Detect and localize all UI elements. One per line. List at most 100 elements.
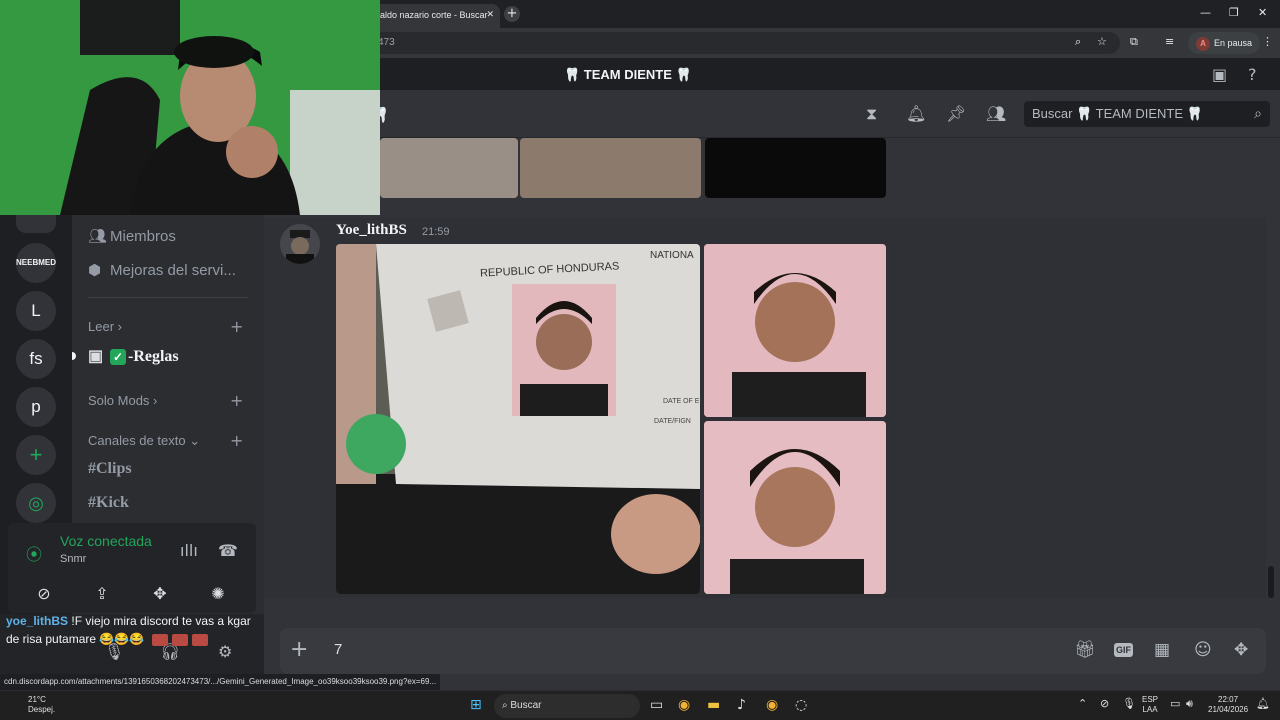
portrait-image — [704, 421, 886, 594]
profile-pause-button[interactable]: A En pausa — [1188, 32, 1261, 54]
channel-clips[interactable]: #Clips — [88, 460, 132, 478]
close-tab-icon[interactable]: ✕ — [486, 9, 494, 20]
emote-icon — [151, 633, 168, 646]
category-text[interactable]: Canales de texto ⌄ — [88, 433, 200, 449]
address-text: 473 — [378, 37, 395, 48]
task-view-icon[interactable]: ▭ — [650, 697, 663, 713]
image-attachment-id[interactable]: REPUBLIC OF HONDURAS NATIONA DATE OF E D… — [336, 244, 700, 594]
noise-suppression-icon[interactable]: ıllı — [180, 541, 198, 560]
server-icon-neebmed[interactable]: NEEBMED — [16, 243, 56, 283]
avatar[interactable] — [280, 224, 320, 264]
notification-icon[interactable]: 🔔︎ — [1256, 697, 1270, 710]
stream-chat-overlay: yoe_lithBS !F viejo mira discord te vas … — [0, 612, 268, 654]
maximize-icon[interactable]: ❐ — [1229, 6, 1239, 19]
member-list-icon[interactable]: 👥︎ — [986, 104, 1006, 123]
channel-kick[interactable]: #Kick — [88, 494, 129, 512]
category-read[interactable]: Leer › — [88, 319, 122, 334]
server-icon-p[interactable]: p — [16, 387, 56, 427]
notifications-bell-icon[interactable]: 🔔︎ — [906, 104, 926, 123]
webcam-overlay — [0, 0, 380, 215]
inbox-icon[interactable]: ▣ — [1212, 65, 1227, 84]
screen-share-button[interactable]: ⇪ — [79, 581, 125, 607]
add-channel-icon[interactable]: + — [230, 391, 243, 410]
windows-start-icon[interactable]: ⊞ — [470, 697, 482, 713]
disconnect-icon[interactable]: ☎︎ — [218, 541, 238, 560]
composer-input[interactable]: 7 — [334, 641, 342, 658]
app-icon[interactable]: ◌ — [795, 697, 807, 713]
pin-icon[interactable]: 📌︎ — [946, 104, 966, 123]
activities-button[interactable]: ✥ — [137, 581, 183, 607]
tiktok-icon[interactable]: ♪ — [737, 697, 746, 713]
add-channel-icon[interactable]: + — [230, 317, 243, 336]
taskbar-search[interactable]: ⌕ Buscar — [494, 694, 640, 718]
minimize-icon[interactable]: — — [1200, 6, 1211, 19]
file-explorer-icon[interactable]: ▬ — [707, 697, 720, 713]
server-search[interactable]: Buscar 🦷 TEAM DIENTE 🦷 ⌕ — [1024, 101, 1270, 127]
media-control-icon[interactable]: ≡ — [1165, 35, 1174, 48]
previous-image-2[interactable] — [520, 138, 701, 198]
sidebar-members[interactable]: 👥︎ Miembros — [88, 227, 176, 245]
soundboard-button[interactable]: ✺ — [195, 581, 241, 607]
help-icon[interactable]: ? — [1248, 65, 1257, 84]
bookmark-star-icon[interactable]: ☆ — [1097, 35, 1107, 48]
id-card-right: NATIONA — [650, 250, 694, 261]
threads-icon[interactable]: ⧗ — [866, 104, 877, 124]
channel-rules[interactable]: ▣ ✓ -Reglas — [88, 346, 179, 366]
close-window-icon[interactable]: ✕ — [1258, 6, 1267, 19]
new-tab-button[interactable]: + — [504, 6, 520, 22]
emoji-icon[interactable]: ☺ — [1194, 640, 1212, 660]
zoom-icon[interactable]: ⌕ — [1075, 35, 1081, 49]
avatar-image — [280, 224, 320, 264]
gift-icon[interactable]: 🎁︎ — [1074, 640, 1096, 660]
attach-plus-icon[interactable]: + — [290, 637, 308, 662]
clock[interactable]: 22:07 21/04/2026 — [1208, 695, 1248, 715]
previous-image-1[interactable] — [380, 138, 518, 198]
message-composer[interactable]: + 7 🎁︎ GIF ▦ ☺ ✥ — [280, 628, 1266, 674]
language-indicator[interactable]: ESP LAA — [1142, 695, 1158, 715]
apps-icon[interactable]: ✥ — [1234, 640, 1248, 660]
image-attachment-portrait-2[interactable] — [704, 421, 886, 594]
sidebar-divider — [88, 297, 248, 298]
checkmark-icon: ✓ — [110, 349, 126, 365]
add-channel-icon[interactable]: + — [230, 431, 243, 450]
chrome-active-icon[interactable]: ◉ — [766, 697, 778, 713]
id-card-image — [336, 244, 700, 594]
browser-menu-icon[interactable]: ⋮ — [1262, 35, 1273, 48]
chrome-icon[interactable]: ◉ — [678, 697, 690, 713]
webcam-image — [0, 0, 380, 215]
message-scrollbar[interactable] — [1268, 566, 1274, 598]
address-bar[interactable]: 473 — [370, 32, 1120, 54]
add-server-icon[interactable]: + — [16, 435, 56, 475]
category-mods[interactable]: Solo Mods › — [88, 393, 157, 408]
extensions-icon[interactable]: ⧉ — [1130, 35, 1138, 49]
gif-icon[interactable]: GIF — [1114, 643, 1133, 657]
boost-icon: ⬢ — [88, 262, 102, 279]
server-icon-fs[interactable]: fs — [16, 339, 56, 379]
weather-widget[interactable]: 21°C Despej. — [28, 695, 55, 715]
network-icon[interactable]: ⊘ — [1100, 697, 1109, 710]
server-icon-l[interactable]: L — [16, 291, 56, 331]
voice-channel[interactable]: Snmr — [60, 553, 86, 565]
display-icon[interactable]: ▭ — [1170, 697, 1180, 710]
sticker-icon[interactable]: ▦ — [1154, 640, 1170, 660]
camera-off-button[interactable]: ⊘ — [21, 581, 67, 607]
image-attachment-portrait-1[interactable] — [704, 244, 886, 417]
id-card-date1: DATE OF E — [663, 398, 700, 405]
link-status-bar: cdn.discordapp.com/attachments/139165036… — [0, 674, 440, 690]
voice-panel: ⦿ Voz conectada Snmr ıllı ☎︎ ⊘ ⇪ ✥ ✺ — [8, 523, 256, 613]
message-author[interactable]: Yoe_lithBS — [336, 222, 407, 239]
previous-image-3[interactable] — [705, 138, 886, 198]
discover-icon[interactable]: ◎ — [16, 483, 56, 523]
tray-chevron-icon[interactable]: ⌃ — [1078, 697, 1087, 710]
sidebar-boosts[interactable]: ⬢ Mejoras del servi... — [88, 261, 236, 279]
stream-chat-user: yoe_lithBS — [6, 614, 69, 628]
emote-icon — [191, 633, 208, 646]
mic-tray-icon[interactable]: 🎙︎ — [1122, 697, 1136, 710]
voice-status[interactable]: Voz conectada — [60, 533, 152, 549]
profile-avatar: A — [1196, 37, 1210, 51]
hash-icon: # — [88, 460, 96, 477]
browser-tab[interactable]: aldo nazario corte - Buscar ✕ — [372, 4, 500, 28]
message-timestamp: 21:59 — [422, 226, 450, 238]
emote-icon — [171, 633, 188, 646]
volume-icon[interactable]: 🔊︎ — [1186, 697, 1193, 711]
